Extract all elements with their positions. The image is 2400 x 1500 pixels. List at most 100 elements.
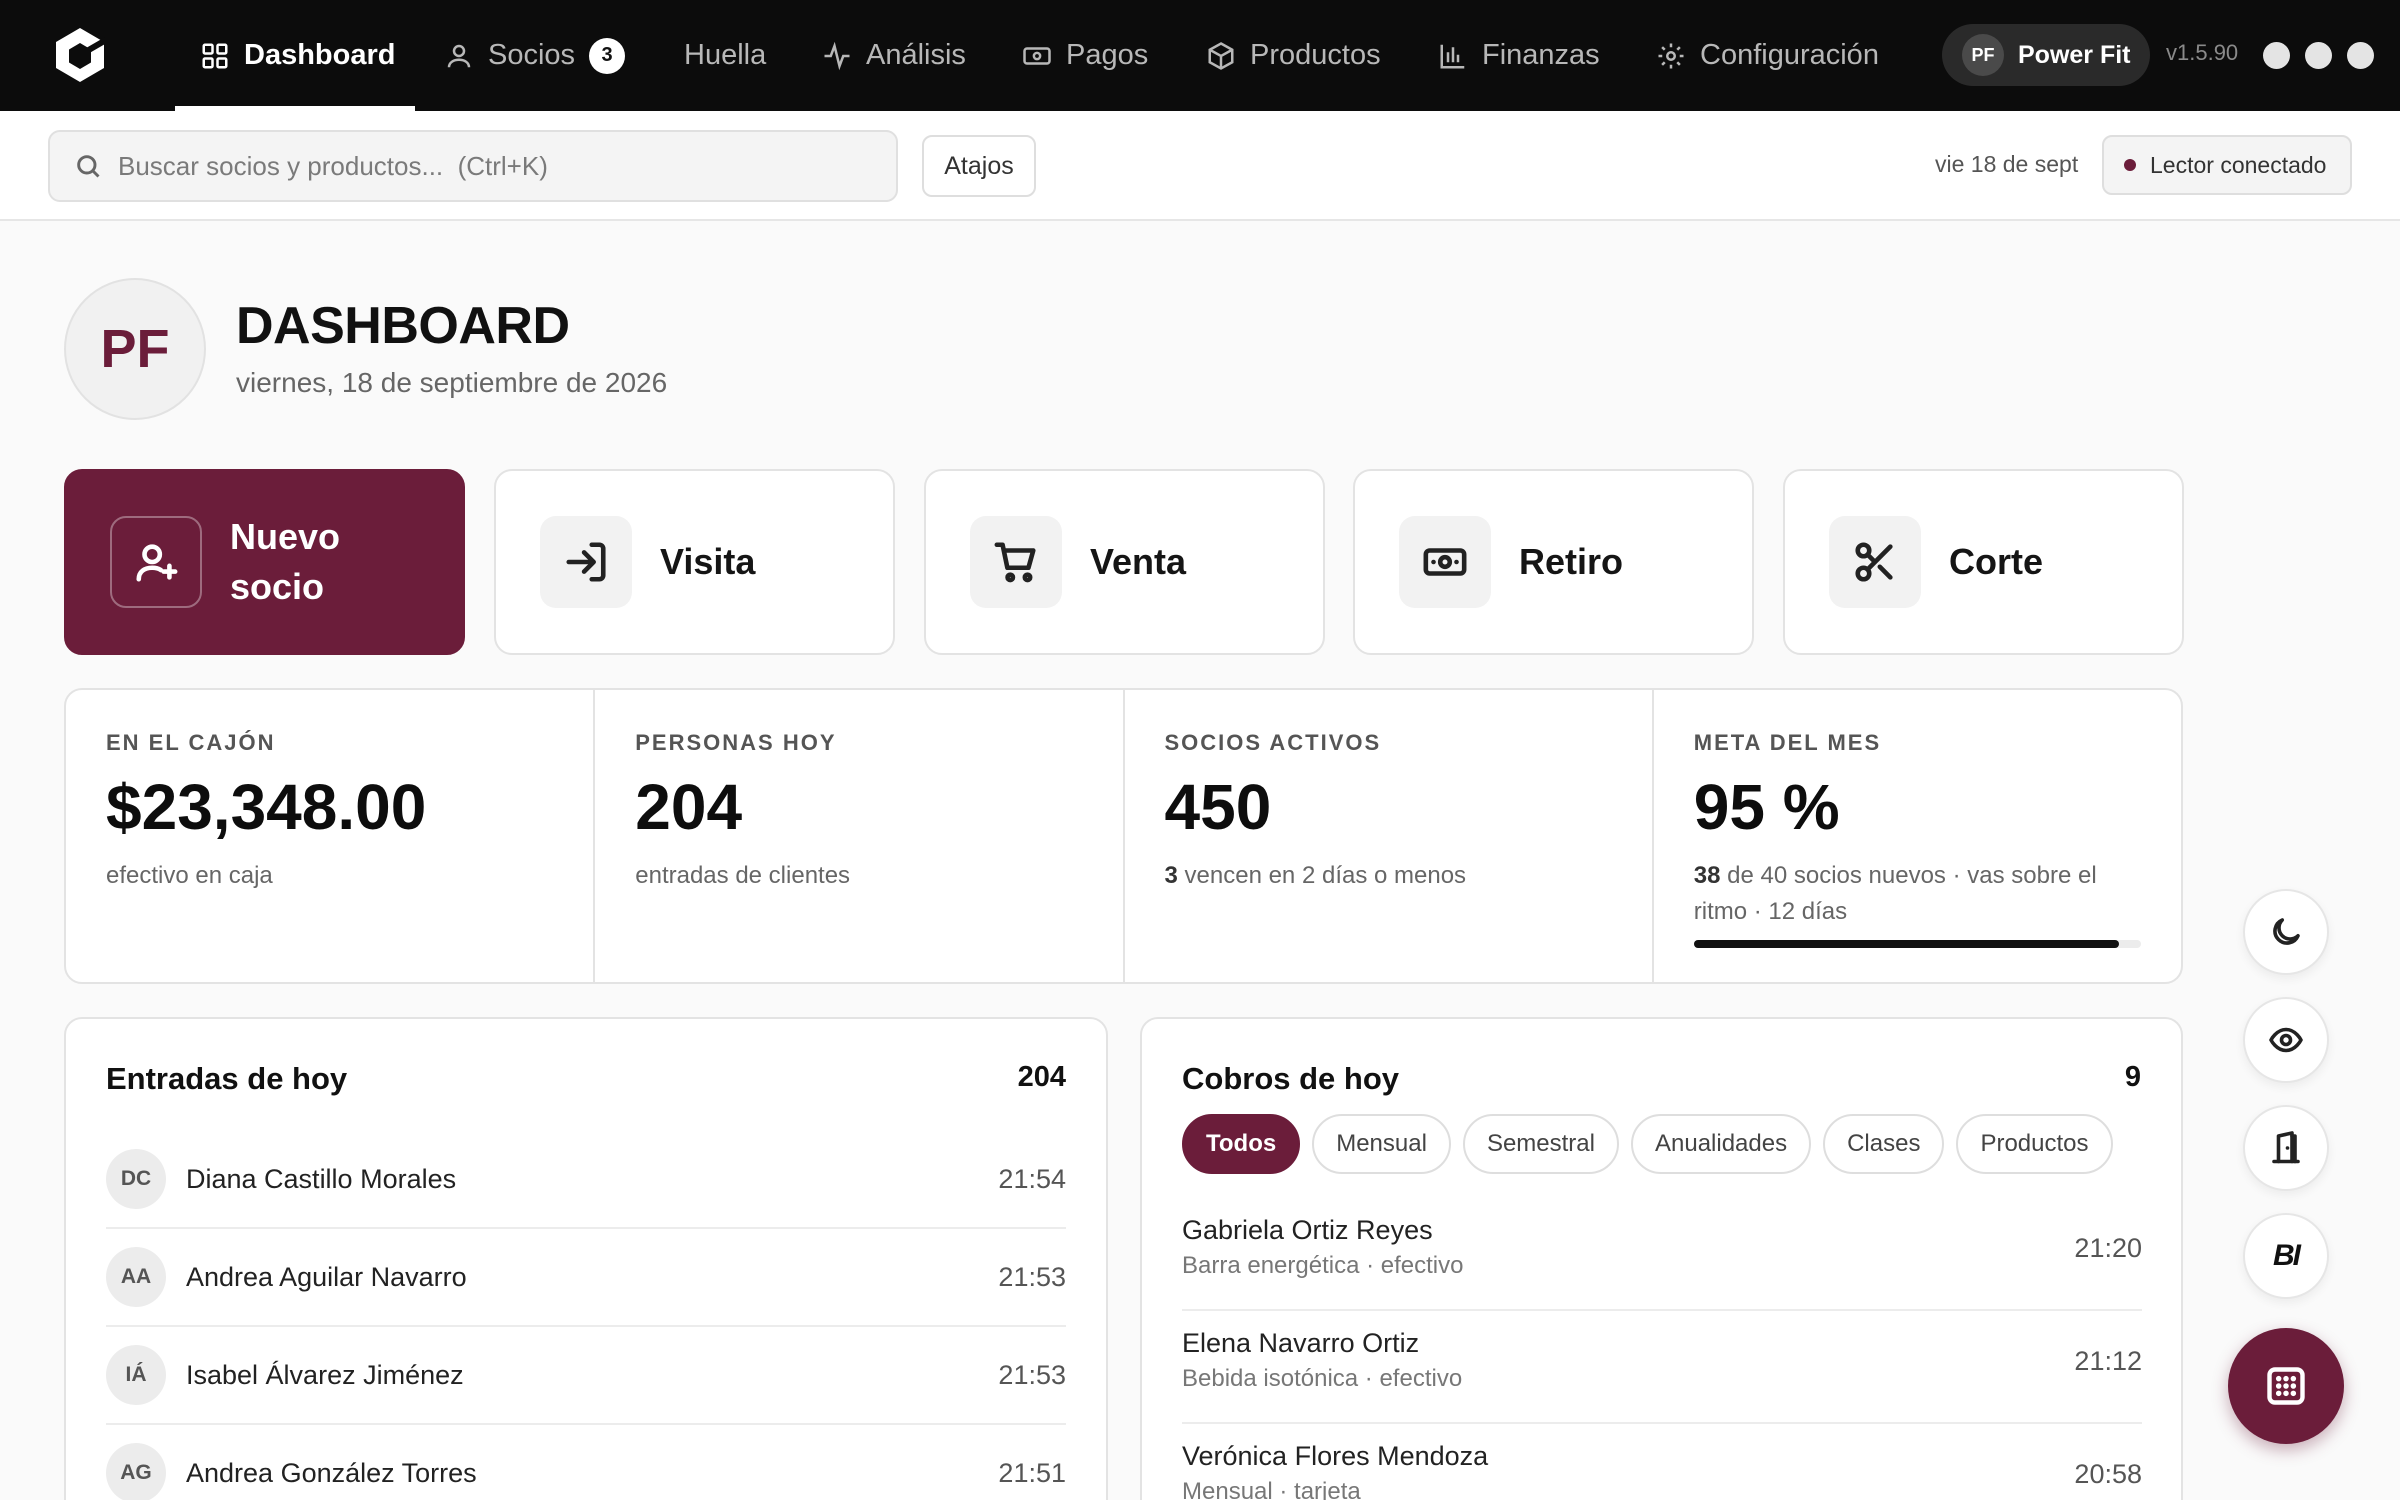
stats-panel: EN EL CAJÓN $23,348.00 efectivo en caja …: [64, 688, 2183, 984]
withdrawal-button[interactable]: Retiro: [1353, 469, 1754, 655]
charges-title: Cobros de hoy: [1182, 1061, 1400, 1096]
action-label: Nuevo socio: [230, 515, 341, 607]
member-name: Andrea González Torres: [186, 1457, 477, 1488]
filter-anualidades[interactable]: Anualidades: [1630, 1114, 1812, 1174]
entry-row[interactable]: DC Diana Castillo Morales 21:54: [106, 1131, 1066, 1229]
stat-label: EN EL CAJÓN: [106, 730, 276, 755]
search-icon: [77, 155, 100, 178]
search-box[interactable]: [48, 130, 898, 202]
app-logo[interactable]: [52, 25, 108, 85]
filter-todos[interactable]: Todos: [1182, 1114, 1301, 1174]
banknote-icon: [1423, 548, 1467, 576]
stat-people-today: PERSONAS HOY 204 entradas de clientes: [595, 690, 1125, 982]
nav-finanzas[interactable]: Finanzas: [1438, 0, 1600, 111]
dark-mode-button[interactable]: [2243, 889, 2329, 975]
expiring-count: 3: [1164, 862, 1178, 889]
charge-detail: Bebida isotónica · efectivo: [1182, 1365, 1463, 1392]
action-icon-box: [110, 516, 202, 608]
stat-subtext: efectivo en caja: [106, 862, 273, 889]
expiring-text: vencen en 2 días o menos: [1177, 862, 1467, 889]
action-label: Venta: [1090, 540, 1187, 582]
charge-time: 21:12: [2074, 1346, 2142, 1376]
gym-account-menu[interactable]: PF Power Fit: [1942, 24, 2150, 86]
privacy-button[interactable]: [2243, 997, 2329, 1083]
window-minimize-button[interactable]: [2263, 42, 2290, 69]
reader-status-label: Lector conectado: [2150, 151, 2327, 178]
nav-dashboard-label: Dashboard: [244, 39, 396, 71]
filter-productos[interactable]: Productos: [1956, 1114, 2113, 1174]
nav-configuracion-label: Configuración: [1700, 39, 1879, 71]
entry-row[interactable]: IÁ Isabel Álvarez Jiménez 21:53: [106, 1327, 1066, 1425]
stat-cash-drawer: EN EL CAJÓN $23,348.00 efectivo en caja: [66, 690, 596, 982]
member-avatar: DC: [106, 1149, 166, 1209]
charges-count: 9: [2124, 1061, 2141, 1093]
window-maximize-button[interactable]: [2305, 42, 2332, 69]
user-icon: [447, 44, 471, 67]
filter-mensual[interactable]: Mensual: [1312, 1114, 1451, 1174]
filter-semestral[interactable]: Semestral: [1462, 1114, 1619, 1174]
charge-time: 20:58: [2074, 1459, 2142, 1489]
entry-row[interactable]: AA Andrea Aguilar Navarro 21:53: [106, 1229, 1066, 1327]
activity-icon: [824, 41, 850, 70]
stat-value: 95 %: [1693, 771, 1840, 843]
sale-button[interactable]: Venta: [924, 469, 1325, 655]
charge-row[interactable]: Verónica Flores Mendoza Mensual · tarjet…: [1182, 1425, 2142, 1500]
action-icon-box: [540, 516, 632, 608]
goal-progress-fill: [1693, 940, 2119, 948]
nav-pagos[interactable]: Pagos: [1022, 0, 1148, 111]
moon-icon: [2273, 918, 2300, 945]
nav-configuracion[interactable]: Configuración: [1656, 0, 1879, 111]
keypad-button[interactable]: [2228, 1328, 2344, 1444]
gear-icon: [1658, 43, 1684, 68]
stat-value: $23,348.00: [106, 771, 427, 843]
goal-progress-bar: [1693, 940, 2141, 948]
charge-time: 21:20: [2074, 1233, 2142, 1263]
socios-count-badge: 3: [589, 37, 626, 74]
stat-subtext: entradas de clientes: [635, 862, 851, 889]
reader-status[interactable]: Lector conectado: [2102, 135, 2352, 195]
entries-count: 204: [1017, 1061, 1066, 1093]
nav-huella-label: Huella: [684, 39, 767, 71]
door-button[interactable]: [2243, 1105, 2329, 1191]
entry-time: 21:51: [998, 1457, 1066, 1488]
action-icon-box: [1399, 516, 1491, 608]
window-close-button[interactable]: [2347, 42, 2374, 69]
new-member-button[interactable]: Nuevo socio: [64, 469, 465, 655]
keypad-icon: [2267, 1367, 2305, 1405]
entry-row[interactable]: AG Andrea González Torres 21:51: [106, 1425, 1066, 1500]
member-avatar: AG: [106, 1443, 166, 1500]
cash-cut-button[interactable]: Corte: [1783, 469, 2184, 655]
charge-member-name: Elena Navarro Ortiz: [1182, 1328, 1420, 1358]
visit-button[interactable]: Visita: [494, 469, 895, 655]
stat-active-members: SOCIOS ACTIVOS 450 3 vencen en 2 días o …: [1125, 690, 1654, 982]
box-icon: [1208, 41, 1234, 70]
member-avatar: AA: [106, 1247, 166, 1307]
member-name: Andrea Aguilar Navarro: [186, 1261, 467, 1292]
stat-subtext: 38 de 40 socios nuevos · vas sobre el ri…: [1694, 858, 2141, 930]
nav-productos[interactable]: Productos: [1206, 0, 1381, 111]
entry-time: 21:54: [998, 1163, 1066, 1194]
charge-filters: Todos Mensual Semestral Anualidades Clas…: [1182, 1114, 2113, 1174]
search-input[interactable]: [118, 150, 878, 182]
nav-huella[interactable]: Huella: [684, 0, 766, 111]
nav-socios[interactable]: Socios 3: [444, 0, 626, 111]
scissors-icon: [1855, 542, 1893, 582]
cash-icon: [1023, 46, 1051, 65]
bi-logo: BI: [2273, 1239, 2301, 1272]
action-label: Corte: [1949, 540, 2044, 582]
goal-text: de 40 socios nuevos · vas sobre el ritmo…: [1693, 862, 2097, 925]
current-date: vie 18 de sept: [1935, 151, 2079, 177]
filter-clases[interactable]: Clases: [1823, 1114, 1945, 1174]
action-icon-box: [970, 516, 1062, 608]
gym-avatar-large: PF: [64, 278, 206, 420]
charge-row[interactable]: Gabriela Ortiz Reyes Barra energética · …: [1182, 1199, 2142, 1311]
bi-button[interactable]: BI: [2243, 1213, 2329, 1299]
nav-dashboard[interactable]: Dashboard: [200, 0, 395, 111]
status-dot: [2124, 159, 2136, 171]
grid-icon: [202, 43, 228, 68]
charge-row[interactable]: Elena Navarro Ortiz Bebida isotónica · e…: [1182, 1312, 2142, 1424]
nav-analisis[interactable]: Análisis: [822, 0, 966, 111]
charges-panel: Cobros de hoy 9 Todos Mensual Semestral …: [1140, 1017, 2183, 1500]
shortcuts-button[interactable]: Atajos: [922, 135, 1036, 197]
charge-member-name: Verónica Flores Mendoza: [1182, 1441, 1489, 1471]
